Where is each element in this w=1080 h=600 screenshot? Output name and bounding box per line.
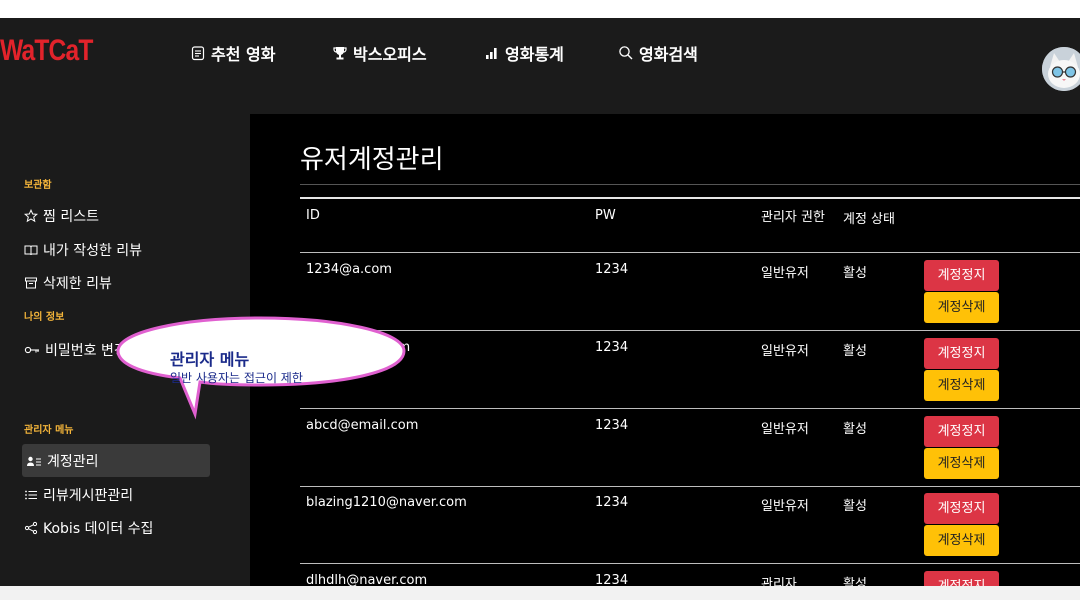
sidebar-item-account-management-label: 계정관리 <box>47 453 99 470</box>
header-id: ID <box>306 208 320 223</box>
search-icon <box>619 46 633 60</box>
sidebar-item-kobis-label: Kobis 데이터 수집 <box>43 521 154 537</box>
delete-account-button[interactable]: 계정삭제 <box>924 448 999 479</box>
archive-icon <box>25 277 37 289</box>
sidebar-item-wishlist[interactable]: 찜 리스트 <box>24 206 99 226</box>
cell-status: 활성 <box>843 577 867 586</box>
user-avatar[interactable] <box>1042 47 1080 91</box>
sidebar-item-board-management[interactable]: 리뷰게시판관리 <box>24 485 133 505</box>
table-header: ID PW 관리자 권한 계정 상태 <box>300 197 1080 253</box>
delete-account-button[interactable]: 계정삭제 <box>924 525 999 556</box>
cell-pw: 1234 <box>595 262 629 277</box>
nav-stats[interactable]: 영화통계 <box>484 41 564 65</box>
window-top-strip <box>0 0 1080 18</box>
top-navbar <box>0 18 1080 114</box>
table-row: abcd@email.com 1234 일반유저 활성 계정정지 계정삭제 <box>300 409 1080 487</box>
cell-id: dlhdlh@naver.com <box>306 573 428 586</box>
sidebar-section-storage: 보관함 <box>24 180 52 191</box>
star-icon <box>24 209 38 223</box>
table-row: abc@email.com 1234 일반유저 활성 계정정지 계정삭제 <box>300 331 1080 409</box>
cell-status: 활성 <box>843 499 867 514</box>
person-lines-icon <box>27 456 41 466</box>
header-status: 계정 상태 <box>843 212 895 227</box>
nav-boxoffice[interactable]: 박스오피스 <box>332 41 427 65</box>
cell-pw: 1234 <box>595 573 629 586</box>
table-row: blazing1210@naver.com 1234 일반유저 활성 계정정지 … <box>300 486 1080 564</box>
cell-role: 일반유저 <box>761 422 809 437</box>
nav-stats-label: 영화통계 <box>505 45 564 64</box>
memo-icon <box>191 46 205 61</box>
cell-status: 활성 <box>843 344 867 359</box>
sidebar-section-admin: 관리자 메뉴 <box>24 425 74 436</box>
table-row: dlhdlh@naver.com 1234 관리자 활성 계정정지 <box>300 564 1080 586</box>
brand-logo[interactable]: WaTCaT <box>0 34 93 68</box>
trophy-icon <box>333 47 347 60</box>
suspend-account-button[interactable]: 계정정지 <box>924 416 999 447</box>
callout-title: 관리자 메뉴 <box>170 350 250 369</box>
page-title: 유저계정관리 <box>300 145 444 175</box>
suspend-account-button[interactable]: 계정정지 <box>924 260 999 291</box>
delete-account-button[interactable]: 계정삭제 <box>924 370 999 401</box>
sidebar-item-deleted-reviews-label: 삭제한 리뷰 <box>43 276 112 292</box>
suspend-account-button[interactable]: 계정정지 <box>924 338 999 369</box>
sidebar-item-deleted-reviews[interactable]: 삭제한 리뷰 <box>24 273 112 293</box>
nav-boxoffice-label: 박스오피스 <box>353 45 427 64</box>
sidebar-item-board-management-label: 리뷰게시판관리 <box>43 488 134 504</box>
sidebar-item-wishlist-label: 찜 리스트 <box>43 209 99 225</box>
cell-role: 관리자 <box>761 577 797 586</box>
cell-role: 일반유저 <box>761 266 809 281</box>
title-divider <box>300 184 1080 185</box>
callout-subtitle: 일반 사용자는 접근이 제한 <box>170 371 303 385</box>
sidebar-item-account-management[interactable]: 계정관리 <box>22 444 210 477</box>
cell-id: 1234@a.com <box>306 262 392 277</box>
cell-pw: 1234 <box>595 340 629 355</box>
cell-role: 일반유저 <box>761 344 809 359</box>
book-icon <box>24 245 38 256</box>
cell-id: blazing1210@naver.com <box>306 495 467 510</box>
nav-recommend[interactable]: 추천 영화 <box>190 41 275 65</box>
header-pw: PW <box>595 208 616 223</box>
cell-status: 활성 <box>843 422 867 437</box>
sidebar-section-myinfo: 나의 정보 <box>24 312 65 323</box>
list-icon <box>25 490 37 500</box>
sidebar-item-my-reviews-label: 내가 작성한 리뷰 <box>43 243 143 259</box>
cell-pw: 1234 <box>595 418 629 433</box>
suspend-account-button[interactable]: 계정정지 <box>924 493 999 524</box>
cell-role: 일반유저 <box>761 499 809 514</box>
delete-account-button[interactable]: 계정삭제 <box>924 292 999 323</box>
sidebar-item-kobis[interactable]: Kobis 데이터 수집 <box>24 518 153 538</box>
table-row: 1234@a.com 1234 일반유저 활성 계정정지 계정삭제 <box>300 253 1080 331</box>
share-icon <box>24 521 38 535</box>
nav-recommend-label: 추천 영화 <box>211 45 276 64</box>
nav-search-label: 영화검색 <box>639 45 698 64</box>
cell-pw: 1234 <box>595 495 629 510</box>
window-bottom-strip <box>0 586 1080 600</box>
cat-avatar-icon <box>1042 47 1080 91</box>
bar-chart-icon <box>486 48 497 59</box>
sidebar-item-my-reviews[interactable]: 내가 작성한 리뷰 <box>24 240 142 260</box>
cell-status: 활성 <box>843 266 867 281</box>
suspend-account-button[interactable]: 계정정지 <box>924 571 999 586</box>
key-icon <box>24 346 39 354</box>
header-role: 관리자 권한 <box>761 210 825 225</box>
nav-search[interactable]: 영화검색 <box>618 41 698 65</box>
